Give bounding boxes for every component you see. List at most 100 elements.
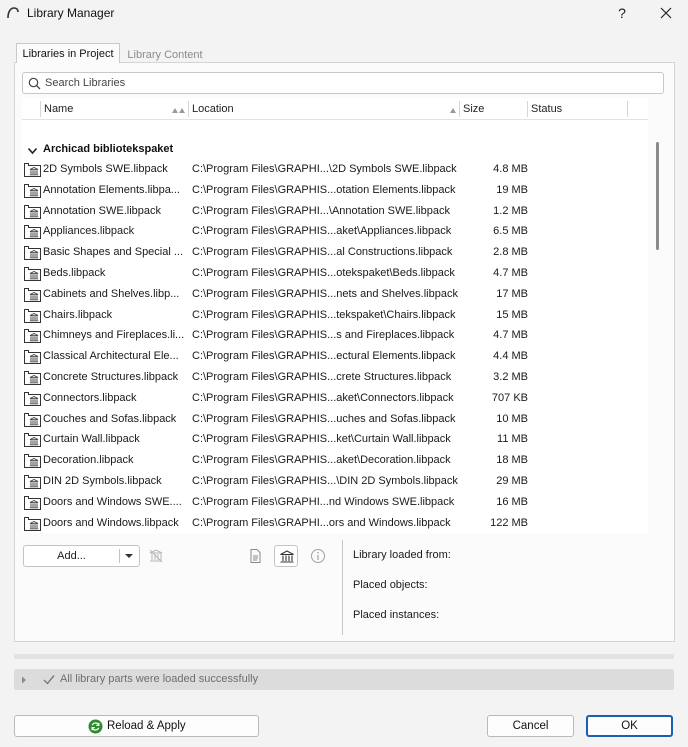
column-header-location[interactable]: Location — [192, 98, 234, 120]
library-location: C:\Program Files\GRAPHIS...al Constructi… — [192, 246, 453, 259]
search-input[interactable] — [45, 75, 655, 91]
column-divider[interactable] — [188, 101, 189, 117]
add-library-button[interactable]: Add... — [23, 545, 140, 567]
library-size: 10 MB — [496, 412, 528, 425]
library-size: 4.7 MB — [493, 329, 528, 342]
library-row[interactable]: Doors and Windows SWE.... C:\Program File… — [22, 493, 648, 513]
library-location: C:\Program Files\GRAPHIS...tekspaket\Cha… — [192, 308, 456, 321]
info-icon — [311, 549, 325, 563]
library-name: Annotation Elements.libpa... — [43, 183, 180, 196]
library-row[interactable]: Annotation Elements.libpa... C:\Program F… — [22, 181, 648, 201]
library-name: Couches and Sofas.libpack — [43, 412, 177, 425]
library-row[interactable]: Cabinets and Shelves.libp... C:\Program F… — [22, 285, 648, 305]
library-pack-icon — [24, 412, 41, 427]
library-size: 16 MB — [496, 495, 528, 508]
info-divider — [342, 540, 343, 635]
column-header-name[interactable]: Name — [44, 98, 73, 120]
archicad-logo-icon — [7, 7, 19, 19]
close-button[interactable] — [654, 2, 678, 24]
reload-apply-button[interactable]: Reload & Apply — [14, 715, 259, 737]
library-row[interactable]: Classical Architectural Ele... C:\Program… — [22, 347, 648, 367]
remove-library-button[interactable] — [144, 545, 168, 567]
tab-libraries-in-project[interactable]: Libraries in Project — [16, 43, 120, 63]
library-name: Doors and Windows.libpack — [43, 516, 179, 529]
library-row[interactable]: Decoration.libpack C:\Program Files\GRAPH… — [22, 451, 648, 471]
library-pack-icon — [24, 433, 41, 448]
library-location: C:\Program Files\GRAPHI...nd Windows SWE… — [192, 495, 455, 508]
add-button-label: Add... — [57, 550, 86, 562]
column-header-status[interactable]: Status — [531, 98, 562, 120]
library-row[interactable]: Curtain Wall.libpack C:\Program Files\GRA… — [22, 430, 648, 450]
library-location: C:\Program Files\GRAPHIS...nets and Shel… — [192, 287, 458, 300]
chevron-right-icon[interactable] — [21, 676, 27, 684]
library-name: Beds.libpack — [43, 267, 106, 279]
sort-icon[interactable] — [446, 106, 460, 114]
library-name: Decoration.libpack — [43, 454, 134, 467]
library-row[interactable]: Basic Shapes and Special ... C:\Program F… — [22, 243, 648, 263]
library-location: C:\Program Files\GRAPHIS...aket\Decorati… — [192, 454, 451, 467]
cancel-button[interactable]: Cancel — [487, 715, 574, 737]
chevron-down-icon[interactable] — [28, 146, 37, 155]
library-row[interactable]: Chimneys and Fireplaces.li... C:\Program … — [22, 326, 648, 346]
library-row[interactable]: Annotation SWE.libpack C:\Program Files\G… — [22, 202, 648, 222]
check-icon — [43, 675, 55, 685]
help-button[interactable]: ? — [612, 2, 632, 24]
library-location: C:\Program Files\GRAPHIS...s and Firepla… — [192, 329, 455, 342]
column-header-size[interactable]: Size — [463, 98, 484, 120]
library-location: C:\Program Files\GRAPHIS...\DIN 2D Symbo… — [192, 475, 458, 487]
library-size: 4.4 MB — [493, 350, 528, 363]
library-row[interactable]: Connectors.libpack C:\Program Files\GRAPH… — [22, 389, 648, 409]
library-name: Concrete Structures.libpack — [43, 371, 179, 383]
library-row[interactable]: 2D Symbols SWE.libpack C:\Program Files\G… — [22, 160, 648, 180]
search-box[interactable] — [22, 72, 664, 94]
remove-library-icon — [149, 549, 163, 563]
library-pack-icon — [24, 246, 41, 261]
title-bar: Library Manager ? — [0, 0, 688, 26]
scrollbar-thumb[interactable] — [656, 142, 659, 250]
library-row[interactable]: Doors and Windows.libpack C:\Program File… — [22, 514, 648, 533]
library-pack-icon — [24, 391, 41, 406]
dropdown-arrow-icon[interactable] — [124, 553, 134, 559]
sort-icon[interactable] — [172, 106, 186, 114]
library-pack-icon — [24, 287, 41, 302]
library-size: 122 MB — [490, 516, 528, 529]
library-name: 2D Symbols SWE.libpack — [43, 163, 168, 175]
search-icon — [28, 77, 41, 90]
info-button[interactable] — [306, 545, 330, 567]
column-divider[interactable] — [40, 101, 41, 117]
library-location: C:\Program Files\GRAPHIS...uches and Sof… — [192, 412, 456, 425]
library-location: C:\Program Files\GRAPHIS...aket\Connecto… — [192, 391, 454, 404]
library-row[interactable]: Chairs.libpack C:\Program Files\GRAPHIS..… — [22, 306, 648, 326]
library-group[interactable]: Archicad bibliotekspaket — [22, 142, 648, 158]
library-loaded-from-label: Library loaded from: — [353, 549, 451, 561]
status-bar[interactable]: All library parts were loaded successful… — [14, 669, 674, 690]
ok-button[interactable]: OK — [586, 715, 673, 737]
group-label: Archicad bibliotekspaket — [43, 143, 174, 155]
library-row[interactable]: DIN 2D Symbols.libpack C:\Program Files\G… — [22, 472, 648, 492]
library-pack-icon — [24, 371, 41, 385]
library-pack-icon — [24, 350, 41, 365]
reload-apply-label: Reload & Apply — [107, 720, 186, 732]
section-divider — [14, 654, 674, 659]
library-location: C:\Program Files\GRAPHIS...aket\Applianc… — [192, 225, 452, 238]
library-details-button[interactable] — [274, 545, 298, 567]
column-divider[interactable] — [527, 101, 528, 117]
library-row[interactable]: Beds.libpack C:\Program Files\GRAPHIS...o… — [22, 264, 648, 284]
column-divider[interactable] — [627, 101, 628, 117]
library-report-button[interactable] — [243, 545, 267, 567]
library-size: 707 KB — [491, 391, 528, 404]
library-name: Basic Shapes and Special ... — [43, 246, 184, 259]
library-pack-icon — [24, 516, 41, 531]
library-row[interactable]: Appliances.libpack C:\Program Files\GRAPH… — [22, 222, 648, 242]
library-name: DIN 2D Symbols.libpack — [43, 475, 162, 487]
library-row[interactable]: Concrete Structures.libpack C:\Program Fi… — [22, 368, 648, 388]
library-list: Name Location Size Status Archicad bibli… — [22, 98, 648, 533]
library-pack-icon — [24, 183, 41, 198]
library-pack-icon — [24, 267, 41, 281]
reload-icon — [88, 719, 103, 734]
column-divider[interactable] — [459, 101, 460, 117]
library-location: C:\Program Files\GRAPHIS...otekspaket\Be… — [192, 267, 455, 279]
library-size: 4.7 MB — [493, 267, 528, 279]
library-location: C:\Program Files\GRAPHIS...crete Structu… — [192, 371, 452, 383]
library-row[interactable]: Couches and Sofas.libpack C:\Program File… — [22, 410, 648, 430]
